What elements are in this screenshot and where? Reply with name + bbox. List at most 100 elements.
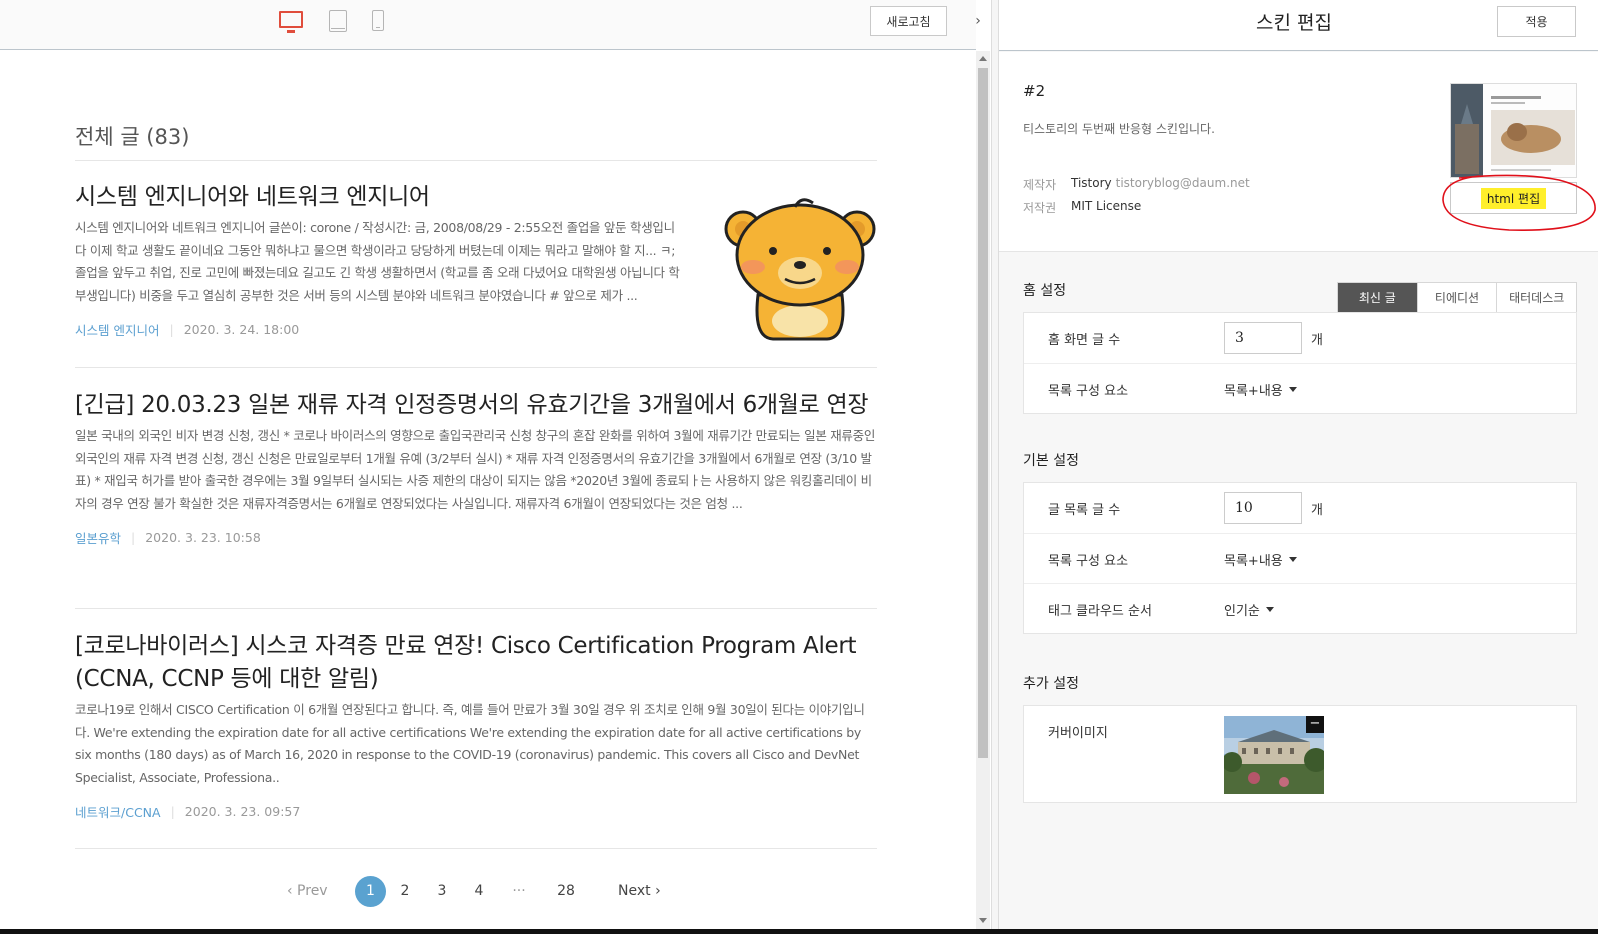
unit-label: 개 — [1311, 333, 1323, 348]
cover-image-row: 커버이미지 − — [1024, 706, 1576, 802]
skin-editor-panel: 스킨 편집 적용 #2 티스토리의 두번째 반응형 스킨입니다. 제작자 Tis… — [999, 0, 1598, 934]
skin-description: 티스토리의 두번째 반응형 스킨입니다. — [1023, 122, 1215, 136]
skin-info: #2 티스토리의 두번째 반응형 스킨입니다. 제작자 Tistory tist… — [999, 52, 1598, 252]
post-title[interactable]: [긴급] 20.03.23 일본 재류 자격 인정증명서의 유효기간을 3개월에… — [75, 389, 877, 422]
post-category-link[interactable]: 네트워크/CCNA — [75, 802, 161, 821]
preview-content: 전체 글 (83) 시스템 엔지니어와 네트워크 엔지니어 시스템 엔지니어와 … — [0, 51, 976, 934]
home-post-count-input[interactable]: 3 — [1224, 322, 1302, 354]
desktop-view-icon[interactable] — [279, 11, 303, 33]
post-date: 2020. 3. 23. 10:58 — [145, 530, 261, 545]
preview-scrollbar-thumb[interactable] — [978, 68, 988, 758]
maker-label: 제작자 — [1023, 178, 1057, 192]
tablet-view-icon[interactable] — [329, 10, 347, 32]
extra-settings-title: 추가 설정 — [1023, 676, 1079, 692]
list-count-label: 글 목록 글 수 — [1048, 503, 1121, 518]
remove-cover-minus-icon[interactable]: − — [1306, 716, 1324, 733]
post-thumbnail-bear-image[interactable] — [723, 193, 877, 343]
tab-latest-posts[interactable]: 최신 글 — [1338, 283, 1417, 312]
unit-label: 개 — [1311, 503, 1323, 518]
pagination-page[interactable]: 3 — [436, 876, 448, 906]
preview-toolbar: 새로고침 — [0, 0, 976, 50]
post-item[interactable]: [긴급] 20.03.23 일본 재류 자격 인정증명서의 유효기간을 3개월에… — [75, 389, 877, 547]
html-edit-button[interactable]: html 편집 — [1450, 182, 1577, 214]
pagination-page[interactable]: 2 — [399, 876, 411, 906]
post-meta: 네트워크/CCNA | 2020. 3. 23. 09:57 — [75, 802, 877, 821]
post-item[interactable]: 시스템 엔지니어와 네트워크 엔지니어 시스템 엔지니어와 네트워크 엔지니어 … — [75, 181, 685, 339]
skin-name: #2 — [1023, 82, 1046, 100]
skin-maker-row: 제작자 Tistory tistoryblog@daum.net — [1023, 176, 1250, 193]
divider — [75, 160, 877, 161]
home-post-count-label: 홈 화면 글 수 — [1048, 333, 1121, 348]
mobile-view-icon[interactable] — [372, 10, 384, 31]
pagination-page[interactable]: 4 — [473, 876, 485, 906]
license-label: 저작권 — [1023, 201, 1057, 215]
dropdown-value: 목록+내용 — [1224, 554, 1283, 569]
divider — [75, 367, 877, 368]
scroll-down-arrow-icon[interactable] — [979, 918, 987, 923]
home-list-elements-label: 목록 구성 요소 — [1048, 384, 1129, 399]
post-excerpt: 시스템 엔지니어와 네트워크 엔지니어 글쓴이: corone / 작성시간: … — [75, 220, 680, 303]
dropdown-value: 목록+내용 — [1224, 384, 1283, 399]
pagination-page-last[interactable]: 28 — [555, 876, 577, 906]
basic-settings-title: 기본 설정 — [1023, 453, 1079, 469]
collapse-panel-chevron-icon[interactable]: › — [971, 12, 985, 30]
html-edit-label: html 편집 — [1480, 187, 1547, 209]
maker-name: Tistory — [1071, 176, 1112, 190]
pagination-next[interactable]: Next › — [618, 876, 661, 906]
caret-down-icon — [1288, 387, 1297, 392]
post-item[interactable]: [코로나바이러스] 시스코 자격증 만료 연장! Cisco Certifica… — [75, 630, 877, 821]
post-title[interactable]: 시스템 엔지니어와 네트워크 엔지니어 — [75, 181, 685, 214]
home-list-elements-dropdown[interactable]: 목록+내용 — [1224, 380, 1297, 399]
pagination-prev[interactable]: ‹ Prev — [287, 876, 328, 906]
caret-down-icon — [1265, 607, 1274, 612]
list-count-row: 글 목록 글 수 10 개 — [1024, 483, 1576, 533]
list-elements-dropdown[interactable]: 목록+내용 — [1224, 550, 1297, 569]
home-settings-title: 홈 설정 — [1023, 283, 1067, 299]
list-count-input[interactable]: 10 — [1224, 492, 1302, 524]
cover-image-label: 커버이미지 — [1048, 726, 1108, 741]
apply-button[interactable]: 적용 — [1497, 6, 1576, 37]
pagination-page-current[interactable]: 1 — [355, 876, 386, 907]
tag-cloud-order-label: 태그 클라우드 순서 — [1048, 604, 1152, 619]
maker-email: tistoryblog@daum.net — [1115, 176, 1250, 190]
home-post-count-row: 홈 화면 글 수 3 개 — [1024, 313, 1576, 363]
refresh-button[interactable]: 새로고침 — [870, 6, 947, 36]
post-date: 2020. 3. 23. 09:57 — [184, 804, 301, 819]
window-bottom-edge — [0, 929, 1598, 934]
meta-separator: | — [131, 530, 136, 545]
meta-separator: | — [170, 804, 175, 819]
post-title[interactable]: [코로나바이러스] 시스코 자격증 만료 연장! Cisco Certifica… — [75, 630, 877, 696]
scroll-up-arrow-icon[interactable] — [979, 56, 987, 61]
extra-settings-card: 커버이미지 − — [1023, 705, 1577, 803]
home-settings-card: 홈 화면 글 수 3 개 목록 구성 요소 목록+내용 — [1023, 312, 1577, 414]
license-value: MIT License — [1071, 199, 1142, 213]
list-elements-label: 목록 구성 요소 — [1048, 554, 1129, 569]
home-list-elements-row: 목록 구성 요소 목록+내용 — [1024, 363, 1576, 413]
home-layout-tabs: 최신 글 티에디션 태터데스크 — [1337, 282, 1577, 313]
skin-thumbnail-image — [1450, 83, 1577, 178]
pagination-ellipsis: ··· — [512, 883, 526, 899]
skin-license-row: 저작권 MIT License — [1023, 199, 1141, 216]
post-excerpt: 일본 국내의 외국인 비자 변경 신청, 갱신 * 코로나 바이러스의 영향으로… — [75, 428, 876, 511]
post-meta: 시스템 엔지니어 | 2020. 3. 24. 18:00 — [75, 320, 685, 339]
dropdown-value: 인기순 — [1224, 604, 1260, 619]
list-elements-row: 목록 구성 요소 목록+내용 — [1024, 533, 1576, 583]
post-meta: 일본유학 | 2020. 3. 23. 10:58 — [75, 528, 877, 547]
tab-tatter-desk[interactable]: 태터데스크 — [1496, 283, 1577, 312]
caret-down-icon — [1288, 557, 1297, 562]
meta-separator: | — [169, 322, 174, 337]
editor-header: 스킨 편집 적용 — [999, 0, 1598, 51]
divider — [75, 608, 877, 609]
post-date: 2020. 3. 24. 18:00 — [183, 322, 300, 337]
tag-cloud-order-dropdown[interactable]: 인기순 — [1224, 600, 1274, 619]
post-category-link[interactable]: 시스템 엔지니어 — [75, 320, 159, 339]
pagination: ‹ Prev 1 2 3 4 ··· 28 Next › — [75, 876, 877, 907]
post-excerpt: 코로나19로 인해서 CISCO Certification 이 6개월 연장된… — [75, 702, 865, 785]
app-root: 새로고침 전체 글 (83) 시스템 엔지니어와 네트워크 엔지니어 시스템 엔… — [0, 0, 1598, 934]
blog-list-title: 전체 글 (83) — [75, 125, 190, 149]
post-category-link[interactable]: 일본유학 — [75, 528, 121, 547]
divider — [75, 848, 877, 849]
pane-splitter[interactable] — [991, 0, 999, 934]
tab-t-edition[interactable]: 티에디션 — [1416, 283, 1497, 312]
basic-settings-card: 글 목록 글 수 10 개 목록 구성 요소 목록+내용 태그 클라우드 순서 … — [1023, 482, 1577, 634]
